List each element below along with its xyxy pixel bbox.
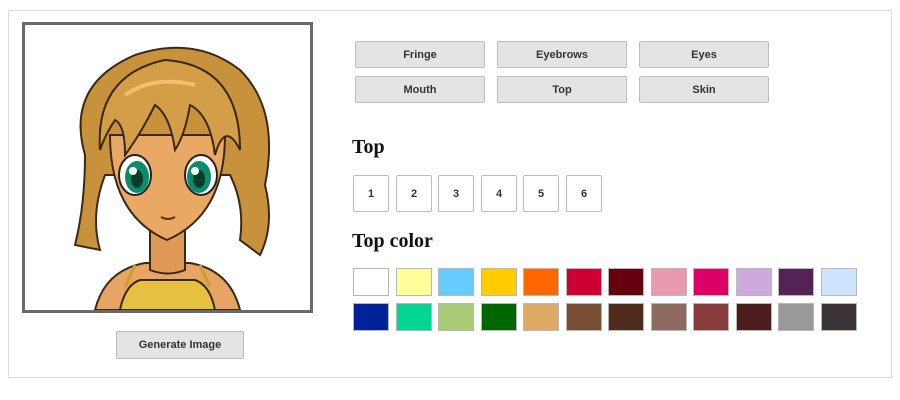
category-skin-button[interactable]: Skin	[639, 76, 769, 103]
avatar-preview	[22, 22, 313, 313]
category-eyebrows-button[interactable]: Eyebrows	[497, 41, 627, 68]
color-swatch[interactable]	[565, 303, 602, 331]
category-top-button[interactable]: Top	[497, 76, 627, 103]
color-swatch[interactable]	[608, 303, 644, 331]
color-swatch[interactable]	[480, 268, 517, 296]
category-fringe-button[interactable]: Fringe	[355, 41, 485, 68]
color-swatch[interactable]	[353, 303, 389, 331]
color-swatch[interactable]	[480, 303, 517, 331]
color-swatch[interactable]	[353, 268, 389, 296]
category-eyes-button[interactable]: Eyes	[639, 41, 769, 68]
color-swatch[interactable]	[693, 268, 729, 296]
top-style-option-4[interactable]: 4	[481, 175, 517, 212]
top-style-option-3[interactable]: 3	[438, 175, 474, 212]
color-swatch[interactable]	[735, 303, 772, 331]
color-swatch[interactable]	[608, 268, 644, 296]
top-style-option-2[interactable]: 2	[396, 175, 432, 212]
color-swatch[interactable]	[778, 268, 814, 296]
style-section-heading: Top	[352, 136, 385, 158]
color-swatch[interactable]	[735, 268, 772, 296]
color-swatch[interactable]	[395, 303, 432, 331]
category-mouth-button[interactable]: Mouth	[355, 76, 485, 103]
top-style-option-6[interactable]: 6	[566, 175, 602, 212]
top-style-option-1[interactable]: 1	[353, 175, 389, 212]
color-swatch[interactable]	[650, 303, 687, 331]
anime-character-image	[73, 46, 271, 310]
color-swatch[interactable]	[650, 268, 687, 296]
color-swatch[interactable]	[693, 303, 729, 331]
color-swatch[interactable]	[395, 268, 432, 296]
color-swatch[interactable]	[438, 268, 474, 296]
color-swatch[interactable]	[778, 303, 814, 331]
generate-image-button[interactable]: Generate Image	[116, 331, 244, 359]
top-style-option-5[interactable]: 5	[523, 175, 559, 212]
color-swatch[interactable]	[438, 303, 474, 331]
color-section-heading: Top color	[352, 230, 433, 252]
color-swatch[interactable]	[523, 268, 559, 296]
color-swatch[interactable]	[565, 268, 602, 296]
color-swatch[interactable]	[820, 303, 857, 331]
color-swatch[interactable]	[820, 268, 857, 296]
color-swatch[interactable]	[523, 303, 559, 331]
